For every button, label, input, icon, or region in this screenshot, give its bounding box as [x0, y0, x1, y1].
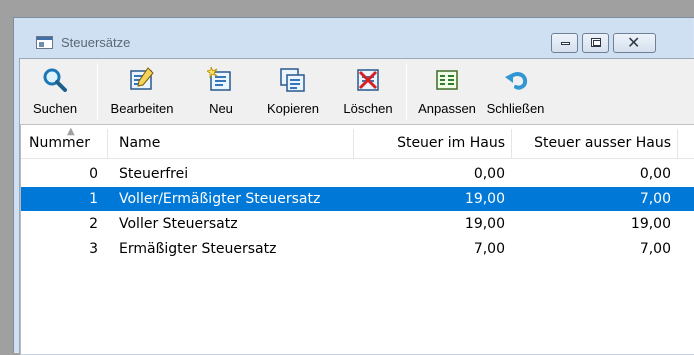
- tax-rates-list[interactable]: ▲ Nummer Name Steuer im Haus Steuer auss…: [20, 124, 694, 355]
- delete-button[interactable]: Löschen: [338, 59, 398, 124]
- undo-arrow-icon: [504, 72, 527, 90]
- row-tax-out-of-house: 19,00: [630, 216, 671, 232]
- copy-button[interactable]: Kopieren: [259, 59, 327, 124]
- maximize-button[interactable]: [582, 33, 609, 53]
- row-number: 3: [89, 241, 98, 257]
- new-document-icon: [207, 66, 231, 91]
- client-area: Suchen Bearbeiten Neu Kopieren Löschen A…: [19, 58, 694, 355]
- row-tax-in-house: 0,00: [473, 166, 505, 182]
- title-bar[interactable]: Steuersätze ✕: [14, 18, 694, 58]
- row-number: 1: [89, 191, 98, 207]
- table-row-selected[interactable]: 1 Voller/Ermäßigter Steuersatz 19,00 7,0…: [21, 187, 694, 211]
- new-button[interactable]: Neu: [197, 59, 245, 124]
- toolbar-separator: [406, 63, 407, 120]
- close-window-button[interactable]: ✕: [613, 33, 656, 53]
- row-name: Steuerfrei: [119, 166, 189, 182]
- column-tax-out-of-house[interactable]: Steuer ausser Haus: [511, 125, 671, 158]
- copy-label: Kopieren: [266, 101, 320, 116]
- row-tax-out-of-house: 0,00: [639, 166, 671, 182]
- search-button[interactable]: Suchen: [22, 59, 88, 124]
- copy-icon: [280, 68, 305, 92]
- customize-button[interactable]: Anpassen: [411, 59, 483, 124]
- edit-icon: [130, 67, 154, 90]
- row-tax-out-of-house: 7,00: [639, 241, 671, 257]
- delete-icon: [357, 69, 379, 91]
- toolbar: Suchen Bearbeiten Neu Kopieren Löschen A…: [20, 59, 694, 124]
- edit-button[interactable]: Bearbeiten: [103, 59, 181, 124]
- toolbar-separator: [97, 63, 98, 120]
- new-label: Neu: [209, 101, 233, 116]
- magnifier-icon: [43, 68, 67, 92]
- minimize-icon: [561, 42, 570, 45]
- column-number[interactable]: Nummer: [29, 125, 109, 158]
- row-number: 0: [89, 166, 98, 182]
- row-name: Voller/Ermäßigter Steuersatz: [119, 191, 321, 207]
- customize-icon: [436, 70, 458, 90]
- window-title: Steuersätze: [61, 35, 131, 50]
- restore-icon: [591, 38, 601, 47]
- row-tax-in-house: 7,00: [473, 241, 505, 257]
- row-tax-in-house: 19,00: [464, 191, 505, 207]
- table-row[interactable]: 0 Steuerfrei 0,00 0,00: [21, 162, 694, 186]
- column-divider[interactable]: [107, 129, 108, 158]
- row-name: Voller Steuersatz: [119, 216, 238, 232]
- close-button[interactable]: Schließen: [482, 59, 549, 124]
- table-row[interactable]: 2 Voller Steuersatz 19,00 19,00: [21, 212, 694, 236]
- close-icon: ✕: [627, 33, 641, 52]
- table-row[interactable]: 3 Ermäßigter Steuersatz 7,00 7,00: [21, 237, 694, 261]
- row-number: 2: [89, 216, 98, 232]
- column-divider[interactable]: [677, 129, 678, 158]
- row-tax-in-house: 19,00: [464, 216, 505, 232]
- edit-label: Bearbeiten: [110, 101, 174, 116]
- list-header: ▲ Nummer Name Steuer im Haus Steuer auss…: [21, 125, 694, 159]
- customize-label: Anpassen: [418, 101, 476, 116]
- delete-label: Löschen: [343, 101, 393, 116]
- desktop-background: Steuersätze ✕ Suchen Bearbeiten Neu Kopi…: [0, 0, 694, 355]
- window-app-icon: [36, 36, 53, 49]
- search-label: Suchen: [32, 101, 78, 116]
- row-tax-out-of-house: 7,00: [639, 191, 671, 207]
- tax-rates-window: Steuersätze ✕ Suchen Bearbeiten Neu Kopi…: [13, 17, 694, 355]
- minimize-button[interactable]: [551, 33, 578, 53]
- close-label: Schließen: [486, 101, 545, 116]
- row-name: Ermäßigter Steuersatz: [119, 241, 277, 257]
- column-tax-in-house[interactable]: Steuer im Haus: [353, 125, 505, 158]
- column-name[interactable]: Name: [119, 125, 269, 158]
